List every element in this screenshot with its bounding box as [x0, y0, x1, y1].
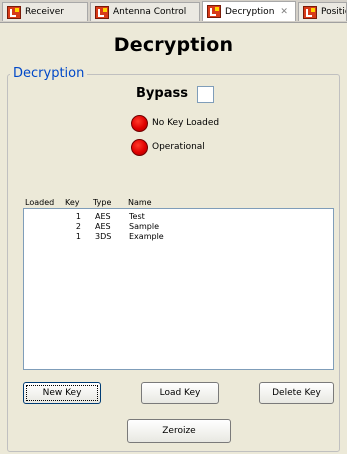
new-key-button[interactable]: New Key [23, 382, 101, 404]
key-cell: 1 [75, 212, 81, 221]
table-row[interactable]: 1 3DS Example [24, 232, 333, 242]
tab-decryption[interactable]: Decryption ✕ [202, 1, 296, 21]
table-row[interactable]: 1 AES Test [24, 212, 333, 222]
bypass-checkbox[interactable] [197, 86, 214, 103]
name-cell: Example [129, 232, 164, 241]
key-list[interactable]: 1 AES Test 2 AES Sample 1 3DS Example [23, 208, 334, 370]
app-logo-icon [7, 5, 21, 19]
table-row[interactable]: 2 AES Sample [24, 222, 333, 232]
status-indicator-icon [131, 114, 148, 132]
app-logo-icon [95, 5, 109, 19]
tab-bar: Receiver Antenna Control Decryption ✕ Po… [0, 0, 347, 23]
column-header-loaded[interactable]: Loaded [25, 198, 54, 207]
tab-receiver[interactable]: Receiver [2, 2, 88, 21]
tab-label: Antenna Control [113, 7, 187, 17]
tab-position[interactable]: Position [298, 2, 347, 21]
bypass-label: Bypass [136, 86, 188, 101]
load-key-button[interactable]: Load Key [141, 382, 219, 404]
app-logo-icon [207, 5, 221, 18]
status-indicator-icon [131, 138, 148, 156]
column-header-key[interactable]: Key [65, 198, 80, 207]
type-cell: 3DS [95, 232, 112, 241]
name-cell: Test [129, 212, 145, 221]
name-cell: Sample [129, 222, 159, 231]
group-label: Decryption [10, 66, 88, 81]
app-logo-icon [303, 5, 317, 19]
key-cell: 2 [75, 222, 81, 231]
column-header-name[interactable]: Name [128, 198, 152, 207]
tab-antenna-control[interactable]: Antenna Control [90, 2, 200, 21]
close-icon[interactable]: ✕ [280, 7, 288, 17]
status-no-key-loaded: No Key Loaded [131, 114, 219, 132]
delete-key-button[interactable]: Delete Key [259, 382, 334, 404]
type-cell: AES [95, 222, 111, 231]
tab-label: Decryption [225, 6, 275, 17]
type-cell: AES [95, 212, 111, 221]
key-cell: 1 [75, 232, 81, 241]
page-title: Decryption [113, 34, 234, 56]
tab-label: Receiver [25, 7, 64, 17]
column-header-type[interactable]: Type [93, 198, 111, 207]
status-text: Operational [152, 142, 205, 152]
status-operational: Operational [131, 138, 205, 156]
zeroize-button[interactable]: Zeroize [127, 419, 231, 443]
status-text: No Key Loaded [152, 118, 220, 128]
tab-label: Position [321, 7, 346, 17]
